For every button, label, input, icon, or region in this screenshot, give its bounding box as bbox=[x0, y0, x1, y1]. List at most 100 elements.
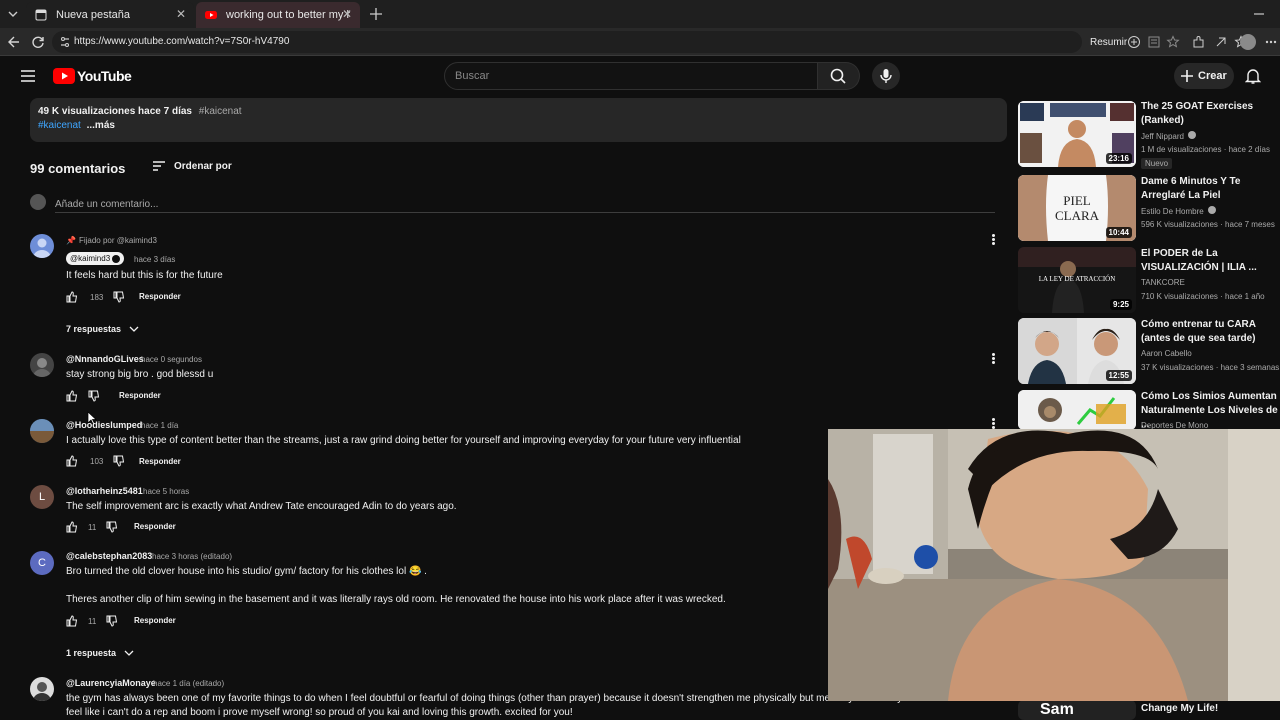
menu-hamburger-icon[interactable] bbox=[20, 68, 36, 84]
add-comment-placeholder: Añade un comentario... bbox=[55, 199, 159, 210]
reload-icon[interactable] bbox=[30, 34, 46, 50]
search-input[interactable]: Buscar bbox=[444, 62, 818, 90]
dislike-thumb-icon[interactable] bbox=[106, 521, 118, 533]
new-tab-plus-icon[interactable] bbox=[368, 6, 384, 22]
notifications-bell-icon[interactable] bbox=[1245, 67, 1261, 85]
comment-handle[interactable]: @NnnandoGLives bbox=[66, 354, 144, 364]
channel-name[interactable]: TANKCORE bbox=[1141, 278, 1185, 287]
like-thumb-icon[interactable] bbox=[66, 615, 78, 627]
dislike-thumb-icon[interactable] bbox=[88, 390, 100, 402]
hashtag[interactable]: #kaicenat bbox=[199, 106, 242, 117]
chevron-down-icon bbox=[129, 326, 139, 332]
channel-name[interactable]: Jeff Nippard bbox=[1141, 131, 1197, 141]
add-comment-input[interactable]: Añade un comentario... bbox=[55, 194, 995, 213]
video-thumbnail[interactable]: 12:55 bbox=[1018, 318, 1136, 384]
youtube-header: YouTube Buscar Crear bbox=[0, 56, 1280, 96]
comment-avatar[interactable] bbox=[30, 677, 54, 701]
dislike-thumb-icon[interactable] bbox=[113, 291, 125, 303]
reader-mode-icon[interactable] bbox=[1147, 35, 1161, 49]
channel-name[interactable]: Aaron Cabello bbox=[1141, 349, 1192, 358]
video-title[interactable]: Change My Life! bbox=[1141, 702, 1280, 716]
comment-menu-icon[interactable] bbox=[991, 233, 995, 247]
comment-time: hace 1 día bbox=[141, 421, 179, 430]
comment-avatar[interactable] bbox=[30, 234, 54, 258]
microphone-icon bbox=[880, 69, 892, 83]
search-button[interactable] bbox=[818, 62, 860, 90]
video-thumbnail[interactable]: 23:16 bbox=[1018, 101, 1136, 167]
youtube-logo-icon bbox=[53, 68, 75, 84]
more-options-icon[interactable] bbox=[1264, 35, 1278, 49]
video-title[interactable]: Cómo entrenar tu CARA (antes de que sea … bbox=[1141, 318, 1280, 346]
comment-time: hace 0 segundos bbox=[141, 355, 202, 364]
summarize-label[interactable]: Resumir bbox=[1090, 37, 1127, 48]
comment-text-continued: feel like i can't do a rep and boom i pr… bbox=[66, 707, 573, 718]
like-thumb-icon[interactable] bbox=[66, 521, 78, 533]
profile-avatar[interactable] bbox=[1240, 34, 1256, 50]
view-replies-button[interactable]: 1 respuesta bbox=[66, 646, 135, 660]
reply-button[interactable]: Responder bbox=[139, 457, 181, 466]
video-thumbnail[interactable]: Sam bbox=[1018, 700, 1136, 720]
comment-handle: @kaimind3 bbox=[70, 254, 111, 263]
video-description[interactable]: 49 K visualizaciones hace 7 días #kaicen… bbox=[30, 98, 1007, 142]
own-avatar bbox=[30, 194, 46, 210]
video-duration: 10:44 bbox=[1105, 227, 1132, 238]
video-meta: 1 M de visualizaciones · hace 2 días bbox=[1141, 145, 1270, 154]
like-thumb-icon[interactable] bbox=[66, 455, 78, 467]
sort-button[interactable]: Ordenar por bbox=[152, 158, 232, 174]
channel-name[interactable]: Estilo De Hombre bbox=[1141, 206, 1216, 216]
view-replies-button[interactable]: 7 respuestas bbox=[66, 322, 140, 336]
tab-new-tab[interactable]: Nueva pestaña ✕ bbox=[26, 2, 194, 28]
verified-check-icon bbox=[112, 254, 121, 263]
reply-button[interactable]: Responder bbox=[139, 292, 181, 301]
plus-icon bbox=[1181, 70, 1193, 82]
like-thumb-icon[interactable] bbox=[66, 291, 78, 303]
site-info-icon[interactable] bbox=[59, 36, 71, 48]
comment-menu-icon[interactable] bbox=[991, 352, 995, 366]
comment-handle[interactable]: @lotharheinz5481 bbox=[66, 486, 143, 496]
reply-button[interactable]: Responder bbox=[119, 391, 161, 400]
url-text: https://www.youtube.com/watch?v=7S0r-hV4… bbox=[74, 36, 290, 47]
tab-close-icon[interactable]: ✕ bbox=[340, 7, 354, 21]
comment-avatar[interactable]: C bbox=[30, 551, 54, 575]
youtube-logo[interactable]: YouTube bbox=[53, 67, 132, 85]
tab-list-dropdown-icon[interactable] bbox=[6, 7, 20, 21]
comment-handle[interactable]: @LaurencyiaMonaye bbox=[66, 678, 156, 688]
favorite-star-icon[interactable] bbox=[1166, 35, 1180, 49]
summarize-icon[interactable] bbox=[1127, 35, 1141, 49]
video-title[interactable]: Dame 6 Minutos Y Te Arreglaré La Piel bbox=[1141, 175, 1280, 203]
show-more-link[interactable]: ...más bbox=[87, 120, 115, 131]
replies-count: 7 respuestas bbox=[66, 324, 122, 334]
tab-youtube[interactable]: working out to better my health d ✕ bbox=[196, 2, 360, 28]
comment-handle[interactable]: @calebstephan2083 bbox=[66, 551, 152, 561]
creator-handle-chip[interactable]: @kaimind3 bbox=[66, 252, 125, 265]
extensions-icon[interactable] bbox=[1214, 35, 1228, 49]
reply-button[interactable]: Responder bbox=[134, 616, 176, 625]
video-title[interactable]: El PODER de La VISUALIZACIÓN | ILIA ... bbox=[1141, 247, 1280, 275]
tab-close-icon[interactable]: ✕ bbox=[174, 7, 188, 21]
browser-address-bar: https://www.youtube.com/watch?v=7S0r-hV4… bbox=[0, 28, 1280, 56]
video-duration: 23:16 bbox=[1105, 153, 1132, 164]
extension-puzzle-icon[interactable] bbox=[1192, 35, 1206, 49]
video-title[interactable]: The 25 GOAT Exercises (Ranked) bbox=[1141, 100, 1280, 128]
dislike-thumb-icon[interactable] bbox=[106, 615, 118, 627]
video-thumbnail[interactable]: PIEL CLARA 10:44 bbox=[1018, 175, 1136, 241]
url-bar[interactable]: https://www.youtube.com/watch?v=7S0r-hV4… bbox=[52, 31, 1082, 53]
pin-icon: 📌 bbox=[66, 236, 76, 245]
video-thumbnail[interactable] bbox=[1018, 390, 1136, 430]
comment-avatar[interactable] bbox=[30, 353, 54, 377]
hashtag-link[interactable]: #kaicenat bbox=[38, 120, 81, 131]
create-button[interactable]: Crear bbox=[1174, 63, 1234, 89]
comment-avatar[interactable]: L bbox=[30, 485, 54, 509]
new-badge: Nuevo bbox=[1141, 158, 1173, 169]
voice-search-button[interactable] bbox=[872, 62, 900, 90]
minimize-window-icon[interactable] bbox=[1252, 7, 1266, 21]
comment-actions: 11 bbox=[66, 520, 118, 534]
dislike-thumb-icon[interactable] bbox=[113, 455, 125, 467]
comment-avatar[interactable] bbox=[30, 419, 54, 443]
back-arrow-icon[interactable] bbox=[6, 34, 22, 50]
reply-button[interactable]: Responder bbox=[134, 522, 176, 531]
tab-title: Nueva pestaña bbox=[56, 9, 130, 21]
video-thumbnail[interactable]: LA LEY DE ATRACCIÓN 9:25 bbox=[1018, 247, 1136, 313]
like-thumb-icon[interactable] bbox=[66, 390, 78, 402]
comment-handle[interactable]: @Hoodieslumped bbox=[66, 420, 142, 430]
